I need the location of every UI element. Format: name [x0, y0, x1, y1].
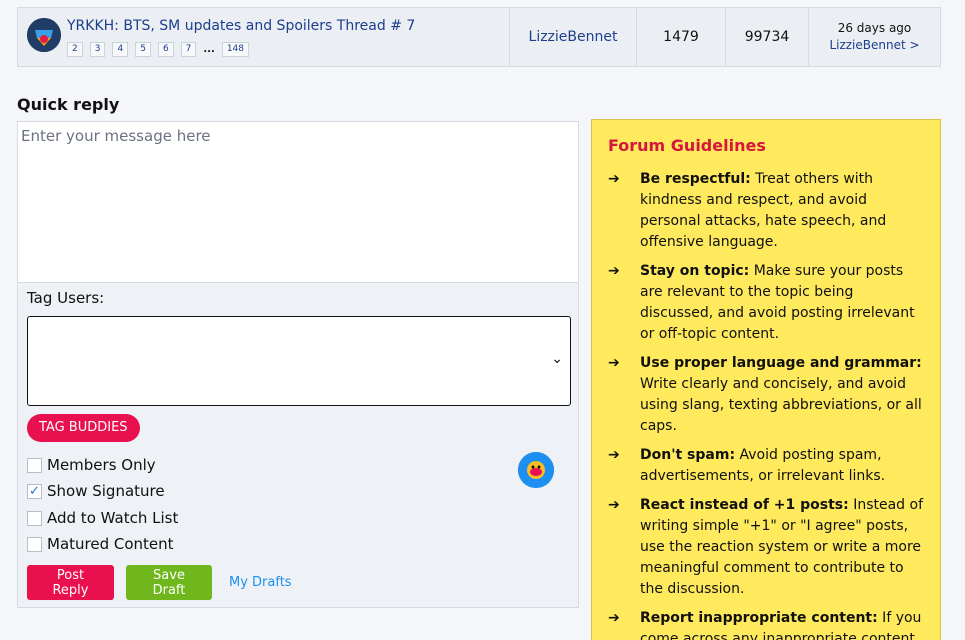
page-link-last[interactable]: 148: [221, 42, 249, 57]
arrow-right-icon: ➔: [608, 497, 620, 513]
arrow-right-icon: ➔: [608, 263, 620, 279]
guideline-item: ➔ Don't spam: Avoid posting spam, advert…: [608, 445, 924, 487]
guideline-heading: Use proper language and grammar:: [640, 355, 922, 371]
arrow-right-icon: ➔: [608, 610, 620, 626]
arrow-right-icon: ➔: [608, 355, 620, 371]
page-link-6[interactable]: 6: [157, 42, 174, 57]
page-link-5[interactable]: 5: [135, 42, 151, 57]
save-draft-button[interactable]: Save Draft: [126, 565, 212, 600]
post-reply-button[interactable]: Post Reply: [27, 565, 114, 600]
watch-list-checkbox[interactable]: [27, 510, 42, 526]
guideline-heading: Be respectful:: [640, 171, 751, 187]
matured-content-checkbox[interactable]: [27, 536, 42, 552]
last-post-time: 26 days ago: [837, 21, 912, 35]
page-link-7[interactable]: 7: [180, 42, 197, 57]
guideline-item: ➔ Report inappropriate content: If you c…: [608, 608, 924, 640]
members-only-checkbox[interactable]: [27, 457, 42, 473]
guideline-item: ➔ React instead of +1 posts: Instead of …: [608, 495, 924, 600]
thread-last-post: 26 days ago LizzieBennet >: [809, 8, 940, 66]
guideline-item: ➔ Use proper language and grammar: Write…: [608, 353, 924, 437]
thread-main-cell: YRKKH: BTS, SM updates and Spoilers Thre…: [18, 8, 510, 66]
tag-users-select[interactable]: ⌄: [27, 316, 571, 406]
page-link-3[interactable]: 3: [89, 42, 106, 57]
thread-views-count: 99734: [726, 8, 809, 66]
guideline-heading: Report inappropriate content:: [640, 610, 878, 626]
guideline-heading: Don't spam:: [640, 447, 736, 463]
members-only-option[interactable]: Members Only: [27, 456, 156, 474]
thread-title-link[interactable]: YRKKH: BTS, SM updates and Spoilers Thre…: [67, 18, 415, 34]
forum-guidelines-panel: Forum Guidelines ➔ Be respectful: Treat …: [591, 119, 941, 640]
guideline-item: ➔ Stay on topic: Make sure your posts ar…: [608, 261, 924, 345]
watch-list-option[interactable]: Add to Watch List: [27, 509, 178, 527]
quick-reply-heading: Quick reply: [17, 95, 120, 114]
page-ellipsis: ...: [203, 44, 215, 55]
tag-users-label: Tag Users:: [27, 289, 105, 307]
page-link-4[interactable]: 4: [112, 42, 129, 57]
guideline-heading: Stay on topic:: [640, 263, 750, 279]
guideline-item: ➔ Be respectful: Treat others with kindn…: [608, 169, 924, 253]
guideline-body: Write clearly and concisely, and avoid u…: [640, 376, 922, 434]
last-post-author-link[interactable]: LizzieBennet >: [829, 37, 919, 54]
forum-avatar-icon[interactable]: [27, 18, 61, 52]
message-placeholder: Enter your message here: [21, 127, 211, 145]
arrow-right-icon: ➔: [608, 447, 620, 463]
show-signature-label: Show Signature: [47, 482, 165, 500]
page-link-2[interactable]: 2: [67, 42, 83, 57]
thread-pagination: 2 3 4 5 6 7 ... 148: [67, 42, 249, 57]
thread-replies-count: 1479: [637, 8, 726, 66]
thread-row[interactable]: YRKKH: BTS, SM updates and Spoilers Thre…: [17, 7, 941, 67]
matured-content-label: Matured Content: [47, 535, 174, 553]
matured-content-option[interactable]: Matured Content: [27, 535, 174, 553]
emoji-icon[interactable]: [518, 452, 554, 488]
tag-buddies-button[interactable]: TAG BUDDIES: [27, 414, 140, 442]
chevron-down-icon: ⌄: [551, 351, 563, 367]
guidelines-title: Forum Guidelines: [608, 136, 766, 155]
thread-author-link[interactable]: LizzieBennet: [510, 8, 637, 66]
show-signature-option[interactable]: ✓ Show Signature: [27, 482, 165, 500]
show-signature-checkbox[interactable]: ✓: [27, 483, 42, 499]
watch-list-label: Add to Watch List: [47, 509, 179, 527]
check-icon: ✓: [29, 483, 40, 499]
arrow-right-icon: ➔: [608, 171, 620, 187]
guideline-heading: React instead of +1 posts:: [640, 497, 849, 513]
my-drafts-link[interactable]: My Drafts: [229, 575, 292, 590]
quick-reply-form: Enter your message here Tag Users: ⌄ TAG…: [17, 121, 579, 608]
members-only-label: Members Only: [47, 456, 156, 474]
message-textarea[interactable]: Enter your message here: [18, 122, 578, 283]
